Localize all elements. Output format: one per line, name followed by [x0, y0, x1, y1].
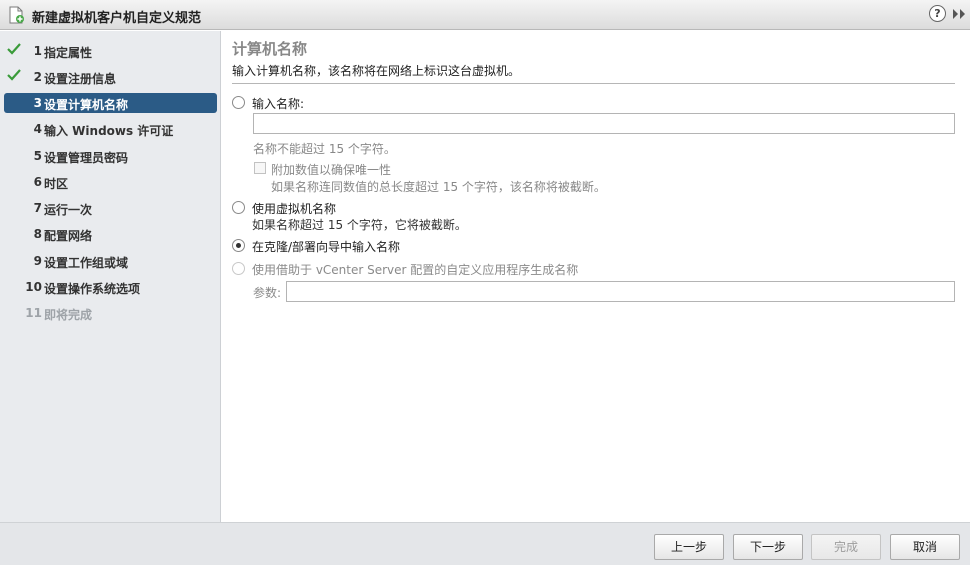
append-numeric-checkbox[interactable]	[254, 162, 266, 174]
step-label: 运行一次	[44, 203, 93, 217]
cancel-button[interactable]: 取消	[890, 534, 960, 560]
step-number: 5	[33, 149, 42, 163]
radio-use-vm-name-label[interactable]: 使用虚拟机名称	[252, 200, 336, 217]
next-button[interactable]: 下一步	[733, 534, 803, 560]
title-bar: 新建虚拟机客户机自定义规范 ?	[0, 0, 970, 30]
radio-vcenter-custom-app-label: 使用借助于 vCenter Server 配置的自定义应用程序生成名称	[252, 263, 579, 277]
step-run-once[interactable]: 7 运行一次	[0, 198, 221, 218]
step-number: 8	[33, 227, 42, 241]
step-specify-properties[interactable]: 1 指定属性	[0, 41, 221, 61]
step-computer-name[interactable]: 3 设置计算机名称	[4, 93, 217, 113]
radio-use-vm-name[interactable]	[232, 201, 245, 214]
expand-icon[interactable]	[951, 7, 967, 21]
step-label: 设置工作组或域	[44, 256, 129, 270]
finish-button: 完成	[811, 534, 881, 560]
parameter-input	[286, 281, 955, 302]
radio-vcenter-custom-app	[232, 262, 245, 275]
name-length-hint: 名称不能超过 15 个字符。	[253, 142, 396, 156]
step-label: 设置管理员密码	[44, 151, 129, 165]
help-icon[interactable]: ?	[929, 5, 946, 22]
main-panel: 计算机名称 输入计算机名称，该名称将在网络上标识这台虚拟机。 输入名称: 名称不…	[222, 31, 970, 522]
new-document-icon	[9, 6, 24, 24]
step-configure-network[interactable]: 8 配置网络	[0, 224, 221, 244]
step-number: 2	[33, 70, 42, 84]
step-number: 7	[33, 201, 42, 215]
dialog-title: 新建虚拟机客户机自定义规范	[32, 11, 202, 26]
step-label: 配置网络	[44, 229, 93, 243]
step-label: 设置计算机名称	[44, 98, 129, 112]
check-icon	[7, 69, 21, 81]
step-number: 10	[25, 280, 42, 294]
step-label: 时区	[44, 177, 69, 191]
section-description: 输入计算机名称，该名称将在网络上标识这台虚拟机。	[232, 64, 521, 78]
parameter-label: 参数:	[253, 286, 282, 300]
step-label: 即将完成	[44, 308, 93, 322]
step-time-zone[interactable]: 6 时区	[0, 172, 221, 192]
step-admin-password[interactable]: 5 设置管理员密码	[0, 146, 221, 166]
computer-name-input[interactable]	[253, 113, 955, 134]
radio-enter-in-clone-wizard-label[interactable]: 在克隆/部署向导中输入名称	[252, 238, 400, 255]
append-numeric-hint: 如果名称连同数值的总长度超过 15 个字符，该名称将被截断。	[271, 180, 606, 194]
step-registration-info[interactable]: 2 设置注册信息	[0, 67, 221, 87]
step-windows-license[interactable]: 4 输入 Windows 许可证	[0, 119, 221, 139]
radio-enter-in-clone-wizard[interactable]	[232, 239, 245, 252]
step-label: 指定属性	[44, 46, 93, 60]
step-label: 设置操作系统选项	[44, 282, 141, 296]
radio-enter-name-label[interactable]: 输入名称:	[252, 95, 304, 112]
section-title: 计算机名称	[232, 40, 308, 58]
radio-enter-name[interactable]	[232, 96, 245, 109]
dialog-footer: 上一步 下一步 完成 取消	[0, 522, 970, 565]
section-divider	[232, 83, 955, 84]
step-label: 设置注册信息	[44, 72, 117, 86]
step-ready-to-complete: 11 即将完成	[0, 303, 221, 323]
check-icon	[7, 43, 21, 55]
step-number: 6	[33, 175, 42, 189]
step-number: 1	[33, 44, 42, 58]
step-label: 输入 Windows 许可证	[44, 124, 174, 138]
step-number: 11	[25, 306, 42, 320]
step-workgroup-domain[interactable]: 9 设置工作组或域	[0, 251, 221, 271]
step-number: 3	[33, 96, 42, 110]
step-number: 4	[33, 122, 42, 136]
vm-name-hint: 如果名称超过 15 个字符，它将被截断。	[252, 218, 467, 232]
append-numeric-label[interactable]: 附加数值以确保唯一性	[271, 161, 391, 178]
back-button[interactable]: 上一步	[654, 534, 724, 560]
wizard-steps-sidebar: 1 指定属性 2 设置注册信息 3 设置计算机名称 4 输入 Windows 许…	[0, 31, 221, 522]
step-number: 9	[33, 254, 42, 268]
step-os-options[interactable]: 10 设置操作系统选项	[0, 277, 221, 297]
